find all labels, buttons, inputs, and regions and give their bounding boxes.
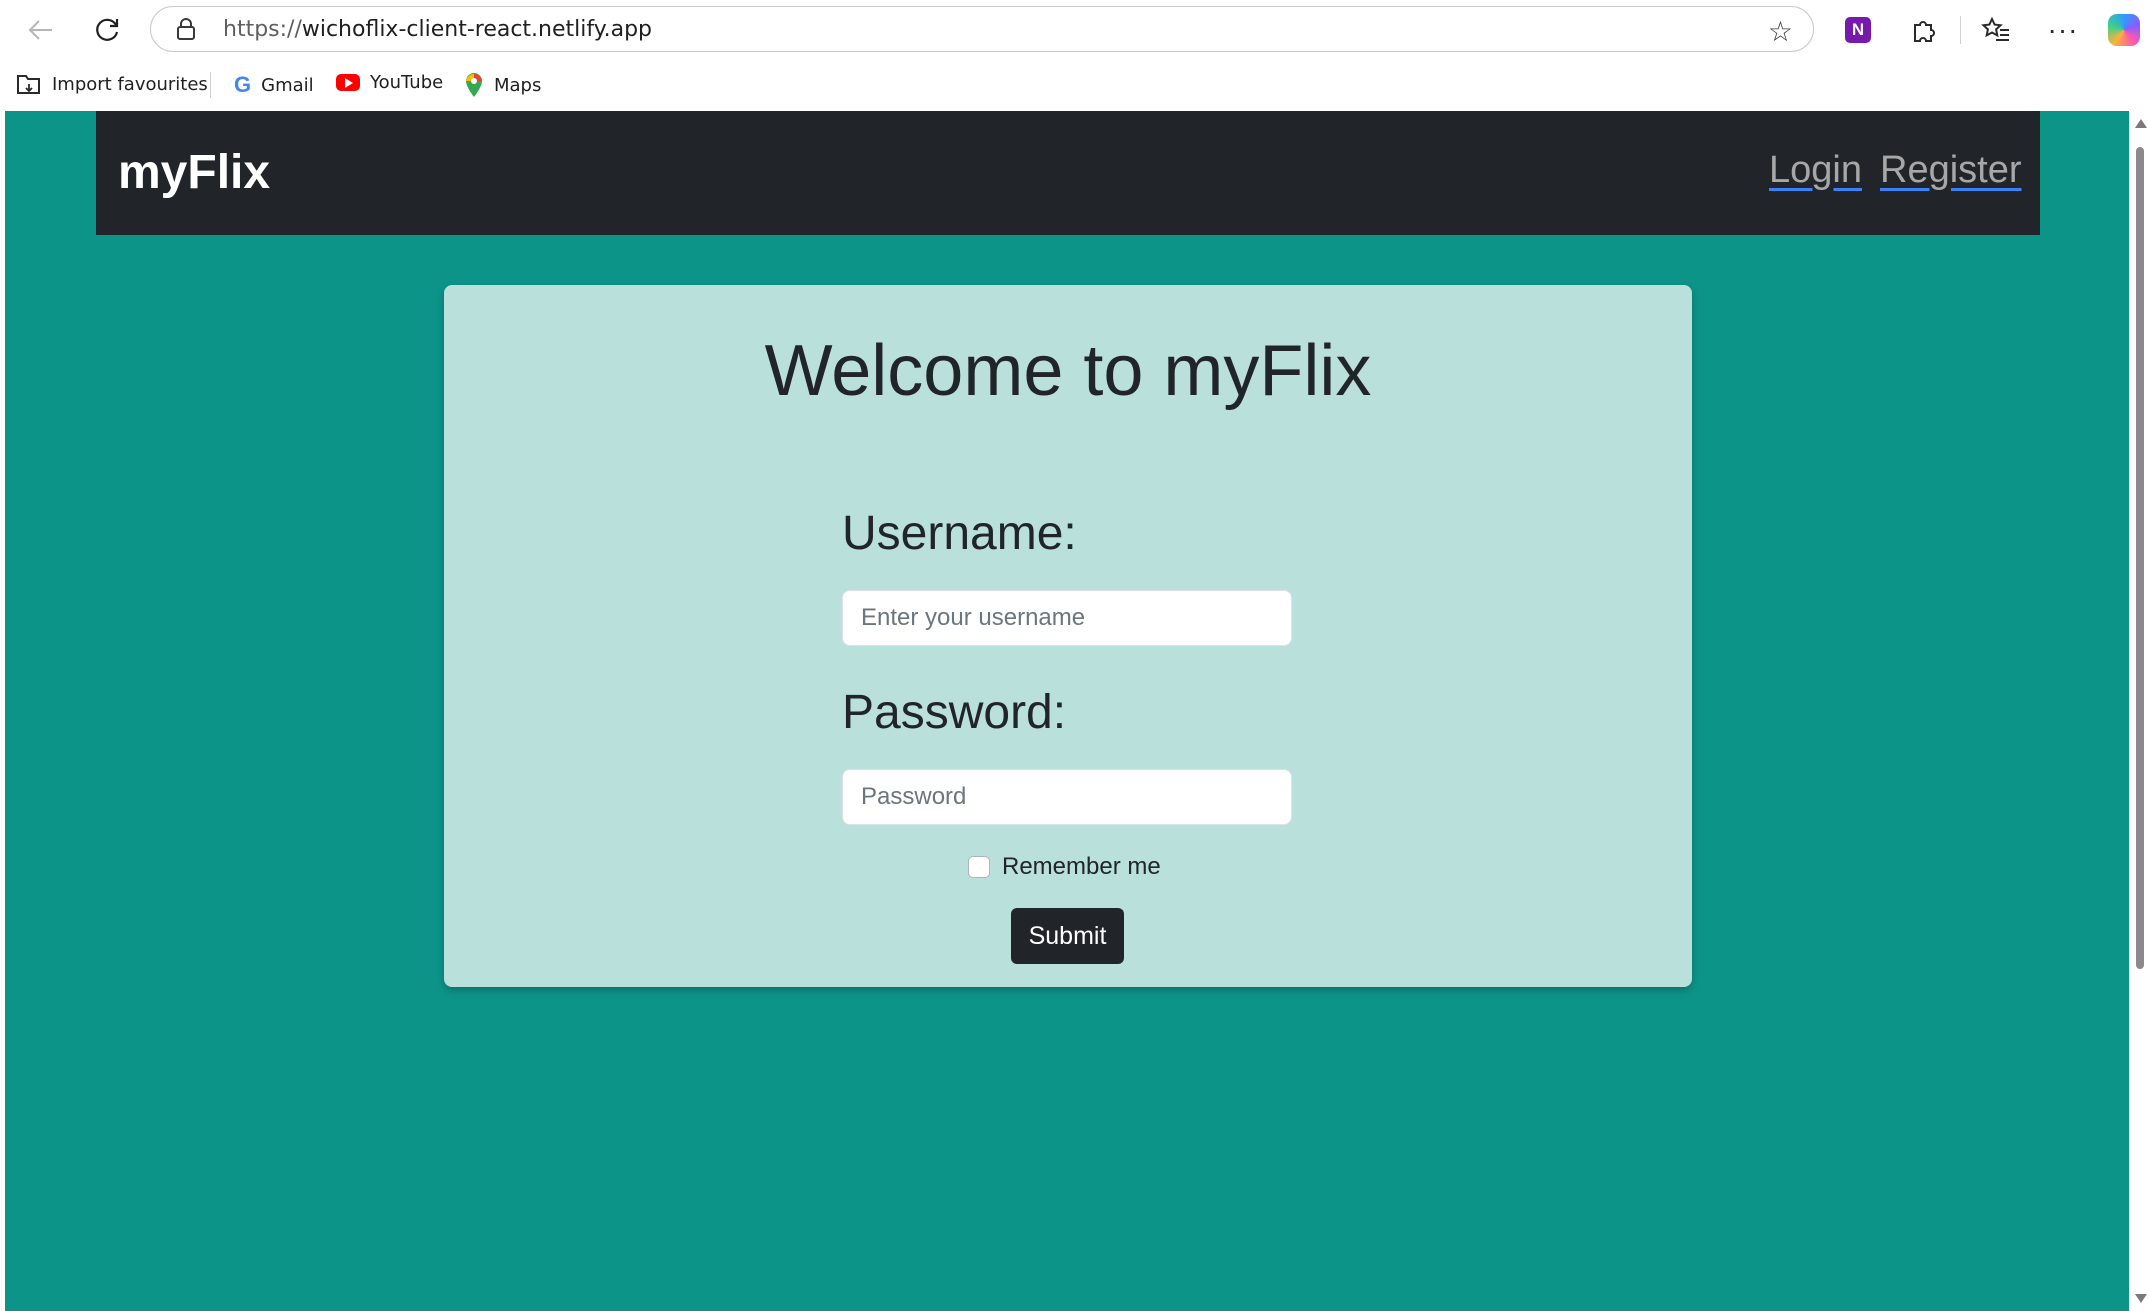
nav-link-register[interactable]: Register — [1880, 149, 2022, 192]
remember-me-label[interactable]: Remember me — [1002, 853, 1161, 881]
submit-button[interactable]: Submit — [1011, 908, 1124, 964]
site-navbar: myFlix Login Register — [96, 111, 2040, 235]
copilot-logo — [2108, 14, 2140, 46]
youtube-icon — [336, 74, 360, 91]
url-protocol: https:// — [223, 17, 302, 42]
brand-logo[interactable]: myFlix — [118, 145, 270, 200]
bookmark-label: Gmail — [261, 74, 314, 96]
favourite-star-icon[interactable]: ☆ — [1768, 15, 1793, 48]
address-bar[interactable]: https://wichoflix-client-react.netlify.a… — [150, 6, 1814, 52]
favourites-list-icon[interactable] — [1978, 12, 2014, 48]
password-input[interactable] — [842, 769, 1292, 825]
remember-me-row: Remember me — [968, 853, 1161, 881]
maps-pin-icon — [466, 73, 482, 97]
bookmark-maps[interactable]: Maps — [464, 72, 541, 98]
bookmark-label: YouTube — [370, 72, 444, 93]
remember-me-checkbox[interactable] — [968, 856, 990, 878]
bookmark-import-favourites[interactable]: Import favourites — [16, 72, 208, 96]
browser-toolbar: https://wichoflix-client-react.netlify.a… — [0, 0, 2149, 60]
onenote-letter: N — [1845, 17, 1871, 43]
copilot-icon[interactable] — [2106, 12, 2142, 48]
username-input[interactable] — [842, 590, 1292, 646]
url-host: wichoflix-client-react.netlify.app — [301, 17, 653, 42]
username-label: Username: — [842, 507, 1077, 560]
page-title: Welcome to myFlix — [764, 331, 1372, 411]
lock-icon[interactable] — [175, 17, 197, 46]
google-icon: G — [234, 72, 252, 97]
url-text[interactable]: https://wichoflix-client-react.netlify.a… — [223, 17, 652, 42]
scroll-thumb[interactable] — [2136, 147, 2144, 969]
scroll-down-arrow-icon[interactable] — [2135, 1294, 2147, 1303]
bookmark-label: Import favourites — [52, 73, 208, 95]
bookmark-label: Maps — [494, 74, 542, 96]
bookmark-youtube[interactable]: YouTube — [336, 72, 443, 93]
import-folder-icon — [17, 75, 40, 94]
more-options-icon[interactable]: ··· — [2045, 12, 2081, 48]
page-scrollbar[interactable] — [2131, 111, 2149, 1311]
onenote-icon[interactable]: N — [1840, 12, 1876, 48]
bookmarks-divider — [210, 72, 211, 98]
bookmarks-bar: Import favourites G Gmail YouTube Maps — [0, 60, 2149, 111]
back-arrow-icon[interactable] — [19, 8, 63, 52]
password-label: Password: — [842, 686, 1067, 739]
scroll-up-arrow-icon[interactable] — [2135, 119, 2147, 128]
bookmark-gmail[interactable]: G Gmail — [234, 72, 314, 98]
extensions-puzzle-icon[interactable] — [1906, 12, 1942, 48]
page-viewport: myFlix Login Register Welcome to myFlix … — [5, 111, 2129, 1311]
refresh-icon[interactable] — [85, 8, 129, 52]
login-card: Welcome to myFlix Username: Password: Re… — [444, 285, 1692, 987]
nav-link-login[interactable]: Login — [1769, 149, 1862, 192]
toolbar-divider — [1960, 16, 1961, 44]
